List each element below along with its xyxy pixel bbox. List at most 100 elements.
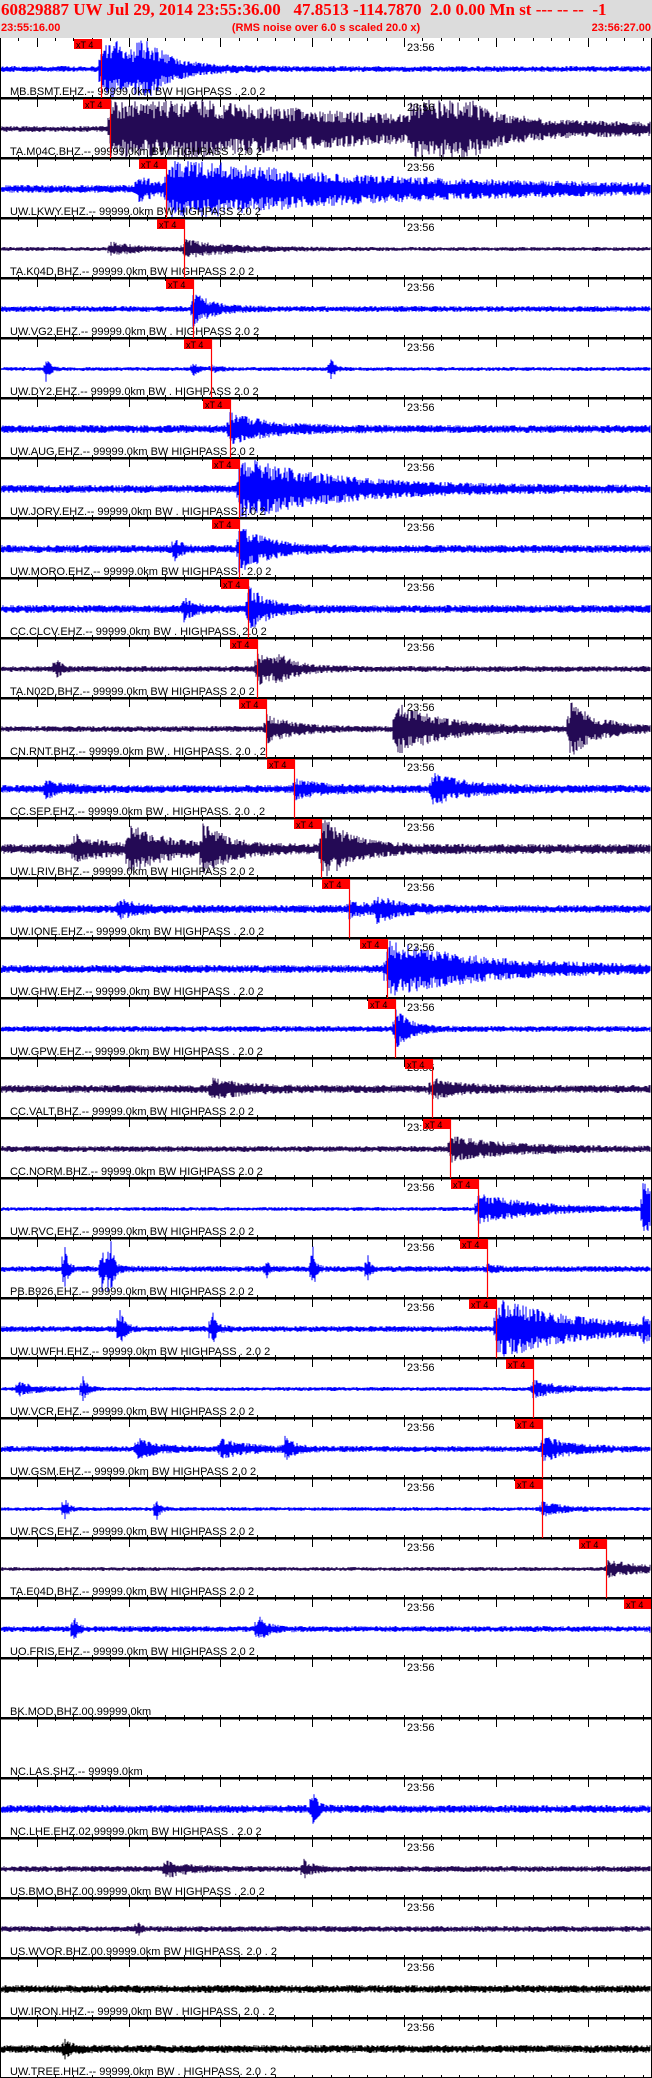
minute-label: 23:56 <box>407 1842 435 1854</box>
trace-row: 23:56 UW.IRON.HHZ.-- 99999.0km BW . HIGHP… <box>0 1962 652 2027</box>
trace-separator <box>0 1177 652 1180</box>
trace-row: 23:56 NC.LAS.SHZ.-- 99999.0km <box>0 1722 652 1787</box>
pick-label: xT 4 <box>232 640 249 650</box>
station-label: UW.IRON.HHZ.-- 99999.0km BW . HIGHPASS. … <box>10 2006 274 2018</box>
trace-row: 23:56 UW.TREE.HHZ.-- 99999.0km BW . HIGHP… <box>0 2022 652 2078</box>
trace-separator <box>0 997 652 1000</box>
trace-separator <box>0 277 652 280</box>
pick-label: xT 4 <box>362 940 379 950</box>
station-label: CC.CLCV.EHZ.-- 99999.0km BW . HIGHPASS. … <box>10 626 267 638</box>
pick-label: xT 4 <box>517 1480 534 1490</box>
trace-separator <box>0 1597 652 1600</box>
waveform <box>0 586 651 628</box>
minute-label: 23:56 <box>407 1962 435 1974</box>
rms-note: (RMS noise over 6.0 s scaled 20.0 x) <box>231 22 421 34</box>
pick-label: xT 4 <box>214 460 231 470</box>
station-label: UW.GHW.EHZ.-- 99999.0km BW HIGHPASS . 2.… <box>10 986 263 998</box>
pick-label: xT 4 <box>425 1120 442 1130</box>
trace-separator <box>0 817 652 820</box>
minute-label: 23:56 <box>407 402 435 414</box>
minute-label: 23:56 <box>407 1782 435 1794</box>
waveform <box>0 412 651 444</box>
station-label: UW.VCR.EHZ.-- 99999.0km BW HIGHPASS 2.0 … <box>10 1406 254 1418</box>
trace-row: 23:56 UW.GHW.EHZ.-- 99999.0km BW HIGHPASS… <box>0 939 652 1007</box>
trace-separator <box>0 1657 652 1660</box>
station-label: UW.LRIV.BHZ.-- 99999.0km BW HIGHPASS 2.0… <box>10 866 255 878</box>
end-time: 23:56:27.00 <box>591 22 651 34</box>
trace-row: 23:56CC.VALT.BHZ.-- 99999.0km BW HIGHPAS… <box>0 1059 652 1127</box>
pick-label: xT 4 <box>241 700 258 710</box>
trace-row: 23:56 UW.AUG.EHZ.-- 99999.0km BW HIGHPASS… <box>0 399 652 467</box>
waveform <box>0 2038 651 2060</box>
trace-row: 23:56 US.BMO.BHZ.00.99999.0km BW HIGHPASS… <box>0 1842 652 1907</box>
station-label: TA.M04C.BHZ.-- 99999.0km BW HIGHPASS . 2… <box>10 146 262 158</box>
trace-separator <box>0 1117 652 1120</box>
seismogram-plot: 23:56 MB.BSMT.EHZ.-- 99999.0km BW HIGHPAS… <box>0 38 652 2078</box>
minute-label: 23:56 <box>407 1302 435 1314</box>
trace-row: 23:56 US.WVOR.BHZ.00.99999.0km BW HIGHPAS… <box>0 1902 652 1967</box>
trace-row: 23:56 UW.UWFH.EHZ.-- 99999.0km BW HIGHPAS… <box>0 1299 652 1367</box>
trace-row: 23:56 MB.BSMT.EHZ.-- 99999.0km BW HIGHPAS… <box>0 39 652 107</box>
waveform <box>0 1183 651 1231</box>
trace-row: 23:56 UW.GPW.EHZ.-- 99999.0km BW HIGHPASS… <box>0 999 652 1067</box>
trace-separator <box>0 2017 652 2020</box>
trace-row: 23:56 NC.LHE.EHZ.02.99999.0km BW HIGHPASS… <box>0 1782 652 1847</box>
minute-label: 23:56 <box>407 462 435 474</box>
waveform <box>0 1560 651 1578</box>
waveform <box>0 896 651 924</box>
pick-label: xT 4 <box>85 100 102 110</box>
waveform <box>0 1794 651 1824</box>
waveform <box>0 239 651 258</box>
trace-row: 23:56CC.NORM.BHZ.-- 99999.0km BW HIGHPAS… <box>0 1119 652 1187</box>
station-label: UW.DY2.EHZ.-- 99999.0km BW . HIGHPASS 2.… <box>10 386 259 398</box>
trace-row: 23:56 TA.E04D.BHZ.-- 99999.0km BW HIGHPAS… <box>0 1539 652 1607</box>
trace-row: 23:56 PB.B926.EHZ.-- 99999.0km BW HIGHPAS… <box>0 1239 652 1307</box>
station-label: UW.UWFH.EHZ.-- 99999.0km BW HIGHPASS . 2… <box>10 1346 270 1358</box>
waveform <box>0 1136 651 1163</box>
station-label: UW.VG2.EHZ.-- 99999.0km BW . HIGHPASS 2.… <box>10 326 259 338</box>
trace-separator <box>0 697 652 700</box>
minute-label: 23:56 <box>407 1002 435 1014</box>
pick-label: xT 4 <box>214 520 231 530</box>
station-label: PB.B926.EHZ.-- 99999.0km BW HIGHPASS 2.0… <box>10 1286 254 1298</box>
waveform <box>0 1241 651 1292</box>
station-label: NC.LHE.EHZ.02.99999.0km BW HIGHPASS . 2.… <box>10 1826 262 1838</box>
pick-label: xT 4 <box>141 160 158 170</box>
trace-separator <box>0 1897 652 1900</box>
trace-row: 23:56 UW.VG2.EHZ.-- 99999.0km BW . HIGHPA… <box>0 279 652 347</box>
trace-separator <box>0 1777 652 1780</box>
trace-separator <box>0 1297 652 1300</box>
trace-separator <box>0 1417 652 1420</box>
waveform <box>0 1922 651 1936</box>
station-label: CC.VALT.BHZ.-- 99999.0km BW HIGHPASS 2.0… <box>10 1106 254 1118</box>
minute-label: 23:56 <box>407 42 435 54</box>
minute-label: 23:56 <box>407 342 435 354</box>
pick-label: xT 4 <box>186 340 203 350</box>
trace-separator <box>0 637 652 640</box>
trace-separator <box>0 1057 652 1060</box>
station-label: CC.NORM.BHZ.-- 99999.0km BW HIGHPASS 2.0… <box>10 1166 263 1178</box>
station-label: UW.RVC.EHZ.-- 99999.0km BW HIGHPASS 2.0 … <box>10 1226 254 1238</box>
trace-row: 23:56 UW.LKWY.EHZ.-- 99999.0km BW HIGHPAS… <box>0 159 652 227</box>
minute-label: 23:56 <box>407 2022 435 2034</box>
pick-label: xT 4 <box>324 880 341 890</box>
minute-label: 23:56 <box>407 1422 435 1434</box>
minute-label: 23:56 <box>407 1542 435 1554</box>
waveform <box>0 1376 651 1401</box>
pick-label: xT 4 <box>508 1360 525 1370</box>
station-label: UW.JORV.EHZ.-- 99999.0km BW . HIGHPASS 2… <box>10 506 265 518</box>
minute-label: 23:56 <box>407 282 435 294</box>
trace-row: 23:56 CN.RNT.BHZ.-- 99999.0km BW . HIGHPA… <box>0 699 652 767</box>
minute-label: 23:56 <box>407 1362 435 1374</box>
trace-row: 23:56 UW.MORO.EHZ.-- 99999.0km BW HIGHPAS… <box>0 519 652 587</box>
waveform <box>0 653 651 685</box>
pick-label: xT 4 <box>462 1240 479 1250</box>
pick-label: xT 4 <box>407 1060 424 1070</box>
pick-label: xT 4 <box>517 1420 534 1430</box>
pick-label: xT 4 <box>205 400 222 410</box>
station-label: CN.RNT.BHZ.-- 99999.0km BW . HIGHPASS. 2… <box>10 746 266 758</box>
trace-row: 23:56 BK.MOD.BHZ.00.99999.0km <box>0 1662 652 1727</box>
waveform <box>0 1435 651 1462</box>
station-label: MB.BSMT.EHZ.-- 99999.0km BW HIGHPASS . 2… <box>10 86 265 98</box>
station-label: TA.E04D.BHZ.-- 99999.0km BW HIGHPASS 2.0… <box>10 1586 254 1598</box>
